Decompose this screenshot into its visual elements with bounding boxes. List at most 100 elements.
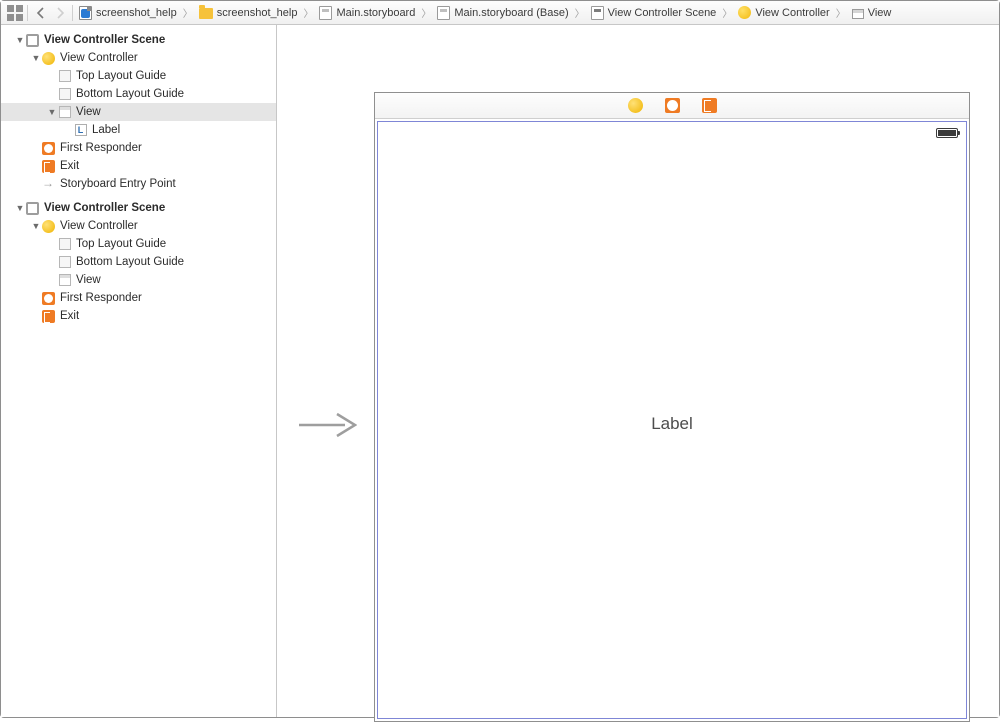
disclosure-triangle[interactable]: ▼ <box>31 221 41 231</box>
outline-label-item[interactable]: ▼ L Label <box>1 121 276 139</box>
chevron-icon: 〉 <box>573 5 587 20</box>
exit-icon[interactable] <box>702 98 717 113</box>
breadcrumb-view-controller[interactable]: View Controller <box>734 6 833 19</box>
outline-top-layout-guide[interactable]: ▼ Top Layout Guide <box>1 67 276 85</box>
chevron-icon: 〉 <box>181 5 195 20</box>
storyboard-icon <box>319 6 332 20</box>
outline-exit[interactable]: ▼ Exit <box>1 157 276 175</box>
outline-view[interactable]: ▼ View <box>1 103 276 121</box>
breadcrumb-project[interactable]: screenshot_help <box>75 6 181 20</box>
outline-view-controller[interactable]: ▼ View Controller <box>1 217 276 235</box>
layout-guide-icon <box>59 70 71 82</box>
breadcrumb-label: screenshot_help <box>92 7 177 19</box>
outline-bottom-layout-guide[interactable]: ▼ Bottom Layout Guide <box>1 253 276 271</box>
chevron-right-icon <box>56 7 65 19</box>
outline-scene[interactable]: ▼ View Controller Scene <box>1 199 276 217</box>
breadcrumb-storyboard-base[interactable]: Main.storyboard (Base) <box>433 6 572 20</box>
outline-label: View Controller Scene <box>40 202 165 214</box>
outline-label: View Controller <box>56 52 138 64</box>
disclosure-triangle[interactable]: ▼ <box>47 107 57 117</box>
outline-label: Exit <box>56 160 79 172</box>
disclosure-triangle[interactable]: ▼ <box>15 35 25 45</box>
chevron-icon: 〉 <box>834 5 848 20</box>
chevron-icon: 〉 <box>419 5 433 20</box>
chevron-icon: 〉 <box>720 5 734 20</box>
nav-forward-button[interactable] <box>50 4 70 22</box>
first-responder-icon[interactable] <box>665 98 680 113</box>
breadcrumb-label: screenshot_help <box>213 7 298 19</box>
outline-label: View Controller Scene <box>40 34 165 46</box>
nav-back-button[interactable] <box>30 4 50 22</box>
outline-view[interactable]: ▼ View <box>1 271 276 289</box>
breadcrumb-label: Main.storyboard <box>332 7 415 19</box>
layout-guide-icon <box>59 238 71 250</box>
view-controller-icon <box>42 52 55 65</box>
disclosure-triangle[interactable]: ▼ <box>31 53 41 63</box>
chevron-left-icon <box>36 7 45 19</box>
grid-icon <box>7 5 23 21</box>
separator <box>27 5 28 21</box>
exit-icon <box>42 310 55 323</box>
breadcrumb-label: View <box>864 7 892 19</box>
storyboard-icon <box>437 6 450 20</box>
outline-label: Top Layout Guide <box>72 238 166 250</box>
disclosure-triangle[interactable]: ▼ <box>15 203 25 213</box>
outline-label: Storyboard Entry Point <box>56 178 176 190</box>
outline-first-responder[interactable]: ▼ First Responder <box>1 139 276 157</box>
scene-dock <box>375 93 969 119</box>
outline-label: Exit <box>56 310 79 322</box>
view-icon <box>852 9 864 19</box>
outline-label: View <box>72 106 101 118</box>
battery-status-icon <box>936 128 958 138</box>
layout-guide-icon <box>59 256 71 268</box>
scene-icon <box>26 34 39 47</box>
jump-bar: screenshot_help 〉 screenshot_help 〉 Main… <box>1 1 999 25</box>
view-icon <box>59 106 71 118</box>
file-icon <box>79 6 92 20</box>
outline-entry-point[interactable]: ▼ Storyboard Entry Point <box>1 175 276 193</box>
related-items-button[interactable] <box>5 4 25 22</box>
outline-label: Bottom Layout Guide <box>72 88 184 100</box>
exit-icon <box>42 160 55 173</box>
layout-guide-icon <box>59 88 71 100</box>
first-responder-icon <box>42 142 55 155</box>
outline-scene[interactable]: ▼ View Controller Scene <box>1 31 276 49</box>
label-icon: L <box>75 124 87 136</box>
folder-icon <box>199 8 213 19</box>
outline-label: View <box>72 274 101 286</box>
breadcrumb-view[interactable]: View <box>848 7 896 19</box>
first-responder-icon <box>42 292 55 305</box>
arrow-right-icon <box>297 410 357 440</box>
view-icon <box>59 274 71 286</box>
entry-point-icon <box>42 178 55 191</box>
document-outline[interactable]: ▼ View Controller Scene ▼ View Controlle… <box>1 25 277 717</box>
outline-exit[interactable]: ▼ Exit <box>1 307 276 325</box>
outline-label: View Controller <box>56 220 138 232</box>
breadcrumb-folder[interactable]: screenshot_help <box>195 6 302 19</box>
outline-label: Label <box>88 124 120 136</box>
outline-view-controller[interactable]: ▼ View Controller <box>1 49 276 67</box>
view-controller-icon[interactable] <box>628 98 643 113</box>
storyboard-entry-arrow[interactable] <box>297 410 357 440</box>
chevron-icon: 〉 <box>301 5 315 20</box>
outline-label: First Responder <box>56 292 142 304</box>
storyboard-canvas[interactable]: Label <box>277 25 999 717</box>
outline-label: First Responder <box>56 142 142 154</box>
outline-label: Bottom Layout Guide <box>72 256 184 268</box>
view-controller-icon <box>738 6 751 19</box>
breadcrumb-label: View Controller <box>751 7 829 19</box>
outline-top-layout-guide[interactable]: ▼ Top Layout Guide <box>1 235 276 253</box>
scene-icon <box>26 202 39 215</box>
breadcrumb-storyboard[interactable]: Main.storyboard <box>315 6 419 20</box>
root-view[interactable]: Label <box>377 121 967 719</box>
uilabel[interactable]: Label <box>378 414 966 434</box>
breadcrumb-scene[interactable]: View Controller Scene <box>587 6 721 20</box>
outline-label: Top Layout Guide <box>72 70 166 82</box>
outline-bottom-layout-guide[interactable]: ▼ Bottom Layout Guide <box>1 85 276 103</box>
separator <box>72 5 73 21</box>
breadcrumb-label: View Controller Scene <box>604 7 717 19</box>
outline-first-responder[interactable]: ▼ First Responder <box>1 289 276 307</box>
view-controller-scene-canvas[interactable]: Label <box>374 92 970 722</box>
view-controller-icon <box>42 220 55 233</box>
scene-icon <box>591 6 604 20</box>
